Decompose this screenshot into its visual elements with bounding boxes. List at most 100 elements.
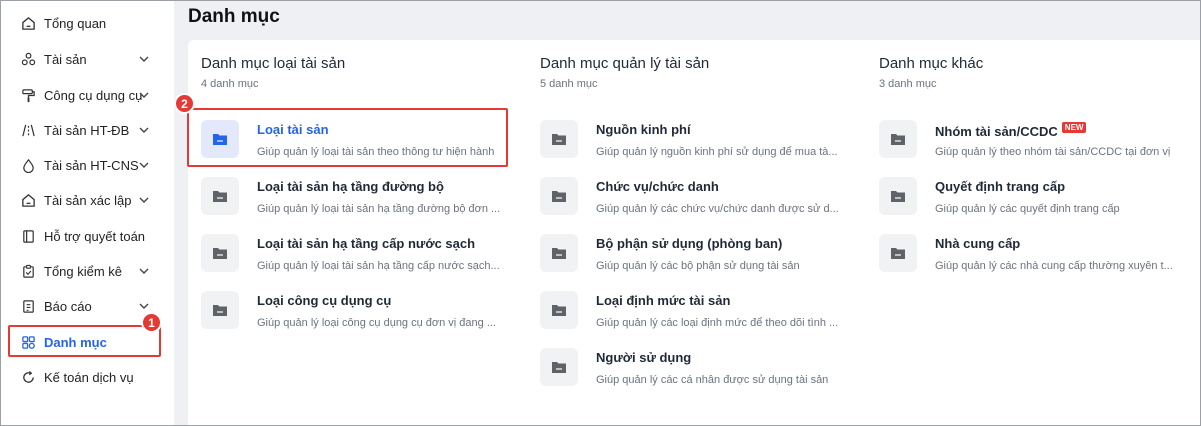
chevron-down-icon[interactable] [138,265,150,277]
sidebar-item-ke-toan-dich-vu[interactable]: Kế toán dịch vụ [10,362,160,392]
category-name: Loại định mức tài sản [596,293,731,308]
sidebar-item-tong-kiem-ke[interactable]: Tổng kiểm kê [10,256,160,286]
home-icon [20,15,36,31]
sidebar-item-label: Báo cáo [44,298,92,314]
chevron-down-icon[interactable] [138,300,150,312]
sidebar-item-label: Tài sản [44,51,87,67]
sidebar-item-label: Kế toán dịch vụ [44,369,134,385]
category-name: Loại tài sản hạ tầng đường bộ [257,179,444,194]
sidebar-item-label: Công cụ dụng cụ [44,87,143,103]
column-count: 4 danh mục [201,78,259,90]
sidebar-item-tai-san[interactable]: Tài sản [10,44,160,74]
category-name: Loại tài sản hạ tầng cấp nước sạch [257,236,476,251]
category-name: Người sử dụng [596,350,692,365]
category-loai-tai-san-ha-tang-cap-nuoc-sach[interactable]: Loại tài sản hạ tầng cấp nước sạch Giúp … [201,226,511,278]
chevron-down-icon[interactable] [138,124,150,136]
category-desc: Giúp quản lý loại công cụ dụng cụ đơn vị… [257,317,496,329]
category-loai-tai-san-ha-tang-duong-bo[interactable]: Loại tài sản hạ tầng đường bộ Giúp quản … [201,169,501,221]
sidebar-item-label: Danh mục [44,334,107,350]
column-count: 5 danh mục [540,78,598,90]
sidebar: Tổng quan Tài sản Công cụ dụng cụ Tài sả… [0,0,174,426]
column-title: Danh mục khác [879,55,984,72]
category-desc: Giúp quản lý các cá nhân được sử dụng tà… [596,374,829,386]
sidebar-item-tai-san-ht-cns[interactable]: Tài sản HT-CNS [10,150,160,180]
sidebar-item-tai-san-xac-lap[interactable]: Tài sản xác lập [10,185,160,215]
category-desc: Giúp quản lý loại tài sản theo thông tư … [257,146,495,158]
folder-icon [201,177,239,215]
home-icon [20,192,36,208]
folder-icon [201,234,239,272]
paint-roller-icon [20,87,36,103]
sidebar-item-label: Tài sản HT-ĐB [44,122,130,138]
column-title: Danh mục quản lý tài sản [540,55,710,72]
refresh-icon [20,369,36,385]
category-nha-cung-cap[interactable]: Nhà cung cấp Giúp quản lý các nhà cung c… [879,226,1179,278]
category-nguon-kinh-phi[interactable]: Nguồn kinh phí Giúp quản lý nguồn kinh p… [540,112,840,164]
category-name: Loại công cụ dụng cụ [257,293,392,308]
category-loai-dinh-muc-tai-san[interactable]: Loại định mức tài sản Giúp quản lý các l… [540,283,840,335]
column-count: 3 danh mục [879,78,937,90]
category-loai-cong-cu-dung-cu[interactable]: Loại công cụ dụng cụ Giúp quản lý loại c… [201,283,501,335]
category-desc: Giúp quản lý các loại định mức để theo d… [596,317,839,329]
sidebar-item-label: Tổng quan [44,15,107,31]
folder-icon [879,120,917,158]
category-name: Nhóm tài sản/CCDC NEW [935,122,1087,139]
sidebar-item-tong-quan[interactable]: Tổng quan [10,8,160,38]
category-name: Loại tài sản [257,122,329,137]
folder-icon [879,177,917,215]
category-desc: Giúp quản lý loại tài sản hạ tầng đường … [257,203,501,215]
folder-icon [540,234,578,272]
category-quyet-dinh-trang-cap[interactable]: Quyết định trang cấp Giúp quản lý các qu… [879,169,1179,221]
category-desc: Giúp quản lý loại tài sản hạ tầng cấp nư… [257,260,500,272]
category-desc: Giúp quản lý các quyết định trang cấp [935,203,1120,215]
step-1-badge: 1 [141,312,162,333]
category-desc: Giúp quản lý các bộ phận sử dụng tài sản [596,260,800,272]
sidebar-item-danh-muc[interactable]: Danh mục [10,327,160,357]
column-title: Danh mục loại tài sản [201,55,346,72]
report-icon [20,298,36,314]
sidebar-item-label: Hỗ trợ quyết toán [44,228,146,244]
sidebar-item-tai-san-ht-db[interactable]: Tài sản HT-ĐB [10,115,160,145]
sidebar-item-label: Tài sản HT-CNS [44,157,139,173]
category-name: Nhà cung cấp [935,236,1021,251]
folder-icon [201,120,239,158]
sidebar-item-ho-tro-quyet-toan[interactable]: Hỗ trợ quyết toán [10,221,160,251]
category-name: Chức vụ/chức danh [596,179,719,194]
category-name-text: Nhóm tài sản/CCDC [935,124,1058,139]
folder-icon [540,348,578,386]
category-loai-tai-san[interactable]: Loại tài sản Giúp quản lý loại tài sản t… [201,112,501,164]
assets-icon [20,51,36,67]
folder-icon [540,291,578,329]
category-name: Bộ phận sử dụng (phòng ban) [596,236,783,251]
category-desc: Giúp quản lý theo nhóm tài sản/CCDC tại … [935,146,1171,158]
category-nhom-tai-san-ccdc[interactable]: Nhóm tài sản/CCDC NEW Giúp quản lý theo n… [879,112,1179,164]
category-name: Quyết định trang cấp [935,179,1066,194]
water-drop-icon [20,157,36,173]
road-icon [20,122,36,138]
category-desc: Giúp quản lý nguồn kinh phí sử dụng để m… [596,146,838,158]
chevron-down-icon[interactable] [138,194,150,206]
chevron-down-icon[interactable] [138,89,150,101]
category-chuc-vu-chuc-danh[interactable]: Chức vụ/chức danh Giúp quản lý các chức … [540,169,840,221]
chevron-down-icon[interactable] [138,159,150,171]
category-desc: Giúp quản lý các chức vụ/chức danh được … [596,203,839,215]
folder-icon [540,120,578,158]
page-title: Danh mục [188,6,280,27]
chevron-down-icon[interactable] [138,53,150,65]
clipboard-icon [20,263,36,279]
folder-icon [540,177,578,215]
sidebar-item-bao-cao[interactable]: Báo cáo [10,291,160,321]
grid-icon [20,334,36,350]
category-desc: Giúp quản lý các nhà cung cấp thường xuy… [935,260,1173,272]
category-bo-phan-su-dung[interactable]: Bộ phận sử dụng (phòng ban) Giúp quản lý… [540,226,840,278]
sidebar-item-label: Tổng kiểm kê [44,263,123,279]
category-name: Nguồn kinh phí [596,122,691,137]
step-2-badge: 2 [174,93,195,114]
sidebar-item-label: Tài sản xác lập [44,192,132,208]
category-nguoi-su-dung[interactable]: Người sử dụng Giúp quản lý các cá nhân đ… [540,340,840,392]
sidebar-item-cong-cu-dung-cu[interactable]: Công cụ dụng cụ [10,80,160,110]
book-icon [20,228,36,244]
folder-icon [201,291,239,329]
new-badge: NEW [1061,122,1087,133]
folder-icon [879,234,917,272]
